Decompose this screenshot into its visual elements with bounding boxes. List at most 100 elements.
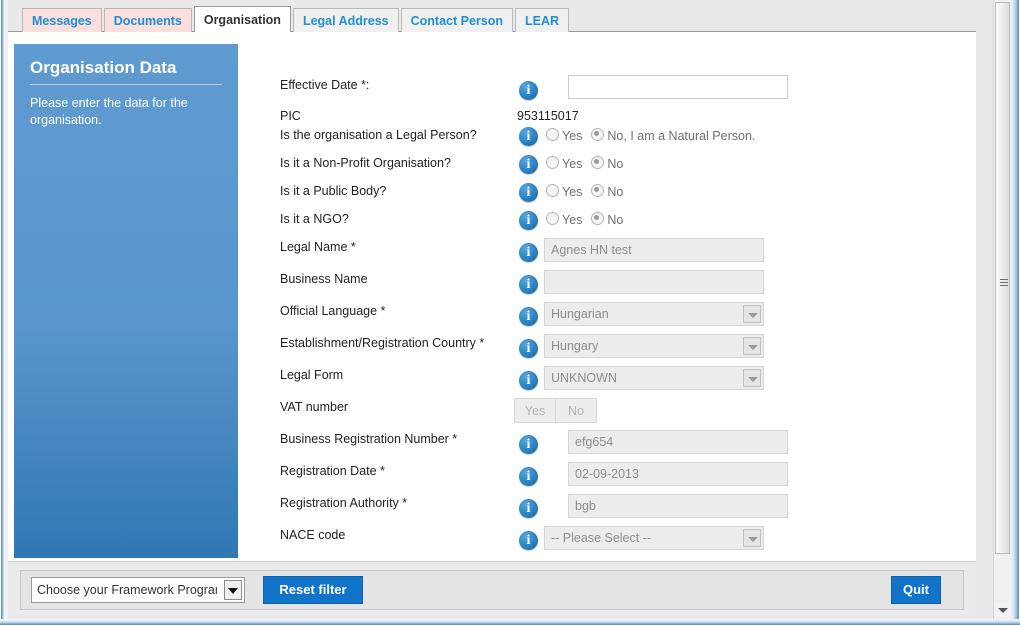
registration-date-input[interactable]: 02-09-2013: [568, 462, 788, 486]
chevron-down-icon-official-language[interactable]: [743, 305, 761, 323]
registration-authority-input[interactable]: bgb: [568, 494, 788, 518]
label-establishment-country: Establishment/Registration Country *: [280, 336, 485, 350]
info-icon-ngo[interactable]: [519, 211, 538, 230]
info-icon-official-language[interactable]: [519, 307, 538, 326]
scrollbar-grip-icon: [1000, 279, 1008, 286]
official-language-select[interactable]: Hungarian: [544, 302, 764, 326]
info-icon-establishment-country[interactable]: [519, 339, 538, 358]
label-non-profit: Is it a Non-Profit Organisation?: [280, 156, 451, 170]
legal-form-select[interactable]: UNKNOWN: [544, 366, 764, 390]
legal-form-value: UNKNOWN: [551, 371, 617, 385]
label-public-body: Is it a Public Body?: [280, 184, 387, 198]
info-icon-business-name[interactable]: [519, 275, 538, 294]
radio-label-legal-person-no: No, I am a Natural Person.: [607, 129, 756, 143]
info-icon-business-registration-number[interactable]: [519, 435, 538, 454]
sidebar-panel: Organisation Data Please enter the data …: [14, 44, 238, 558]
radio-label-public-body-no: No: [607, 185, 624, 199]
info-icon-non-profit[interactable]: [519, 155, 538, 174]
bottom-bar: Choose your Framework Programme Reset fi…: [8, 561, 976, 619]
tab-documents[interactable]: Documents: [103, 8, 192, 32]
tab-strip: Messages Documents Organisation Legal Ad…: [8, 0, 976, 32]
radio-group-public-body[interactable]: Yes No: [546, 184, 632, 199]
radio-label-non-profit-yes: Yes: [562, 157, 583, 171]
info-icon-effective-date[interactable]: [519, 81, 538, 100]
tab-organisation[interactable]: Organisation: [193, 6, 291, 32]
radio-label-ngo-no: No: [607, 213, 624, 227]
radio-public-body-yes[interactable]: [546, 184, 559, 197]
reset-filter-button[interactable]: Reset filter: [263, 576, 363, 604]
info-icon-public-body[interactable]: [519, 183, 538, 202]
window-right-border: [1010, 0, 1020, 626]
tab-list: Messages Documents Organisation Legal Ad…: [22, 6, 571, 32]
window-left-border: [0, 0, 8, 626]
legal-name-input[interactable]: Agnes HN test: [544, 238, 764, 262]
label-ngo: Is it a NGO?: [280, 212, 349, 226]
window-bottom-border: [0, 619, 1020, 626]
tab-messages[interactable]: Messages: [22, 8, 102, 32]
label-legal-form: Legal Form: [280, 368, 344, 382]
info-icon-legal-person[interactable]: [519, 127, 538, 146]
chevron-down-icon-nace-code[interactable]: [743, 529, 761, 547]
radio-ngo-no[interactable]: [591, 212, 605, 225]
label-business-name: Business Name: [280, 272, 368, 286]
sidebar-divider: [30, 84, 222, 85]
application-window: Messages Documents Organisation Legal Ad…: [0, 0, 1020, 626]
info-icon-legal-form[interactable]: [519, 371, 538, 390]
effective-date-input[interactable]: [568, 75, 788, 99]
organisation-form: Effective Date *: PIC 953115017 Is the o…: [248, 32, 968, 561]
tab-legal-address[interactable]: Legal Address: [292, 8, 399, 32]
label-effective-date: Effective Date *:: [280, 78, 370, 92]
info-icon-nace-code[interactable]: [519, 531, 538, 550]
info-icon-registration-date[interactable]: [519, 467, 538, 486]
radio-label-public-body-yes: Yes: [562, 185, 583, 199]
nace-code-value: -- Please Select --: [551, 531, 652, 545]
vat-no-button[interactable]: No: [555, 398, 597, 423]
establishment-country-select[interactable]: Hungary: [544, 334, 764, 358]
official-language-value: Hungarian: [551, 307, 609, 321]
radio-group-non-profit[interactable]: Yes No: [546, 156, 632, 171]
quit-button[interactable]: Quit: [891, 576, 941, 604]
info-icon-registration-authority[interactable]: [519, 499, 538, 518]
label-legal-name: Legal Name *: [280, 240, 356, 254]
radio-label-legal-person-yes: Yes: [562, 129, 583, 143]
radio-legal-person-yes[interactable]: [546, 128, 559, 141]
tab-lear[interactable]: LEAR: [515, 8, 570, 32]
radio-public-body-no[interactable]: [591, 184, 605, 197]
sidebar-description: Please enter the data for the organisati…: [30, 96, 188, 127]
label-registration-date: Registration Date *: [280, 464, 385, 478]
radio-non-profit-yes[interactable]: [546, 156, 559, 169]
radio-label-ngo-yes: Yes: [562, 213, 583, 227]
label-vat-number: VAT number: [280, 400, 349, 414]
pic-value: 953115017: [517, 109, 579, 123]
establishment-country-value: Hungary: [551, 339, 599, 353]
business-registration-number-input[interactable]: efg654: [568, 430, 788, 454]
radio-non-profit-no[interactable]: [591, 156, 605, 169]
chevron-down-icon-legal-form[interactable]: [743, 369, 761, 387]
framework-programme-select[interactable]: Choose your Framework Programme: [31, 577, 245, 603]
chevron-down-icon-framework[interactable]: [224, 580, 242, 600]
info-icon-legal-name[interactable]: [519, 243, 538, 262]
radio-legal-person-no[interactable]: [591, 128, 605, 141]
scrollbar-thumb[interactable]: [995, 2, 1010, 554]
chevron-down-icon-establishment-country[interactable]: [743, 337, 761, 355]
vat-yes-button[interactable]: Yes: [514, 398, 556, 423]
label-nace-code: NACE code: [280, 528, 346, 542]
scrollbar-down-arrow-icon[interactable]: [995, 602, 1010, 617]
label-registration-authority: Registration Authority *: [280, 496, 408, 510]
radio-ngo-yes[interactable]: [546, 212, 559, 225]
sidebar-title: Organisation Data: [30, 58, 177, 77]
label-pic: PIC: [280, 109, 301, 123]
label-business-registration-number: Business Registration Number *: [280, 432, 458, 446]
nace-code-select[interactable]: -- Please Select --: [544, 526, 764, 550]
tab-contact-person[interactable]: Contact Person: [400, 8, 514, 32]
framework-programme-value: Choose your Framework Programme: [37, 583, 217, 597]
business-name-input[interactable]: [544, 270, 764, 294]
content-area: Organisation Data Please enter the data …: [8, 32, 976, 561]
bottom-bar-inner: Choose your Framework Programme Reset fi…: [20, 570, 964, 610]
radio-group-ngo[interactable]: Yes No: [546, 212, 632, 227]
vertical-scrollbar[interactable]: [993, 0, 1010, 619]
radio-group-legal-person[interactable]: Yes No, I am a Natural Person.: [546, 128, 764, 143]
radio-label-non-profit-no: No: [607, 157, 624, 171]
label-official-language: Official Language *: [280, 304, 386, 318]
label-legal-person: Is the organisation a Legal Person?: [280, 128, 477, 142]
